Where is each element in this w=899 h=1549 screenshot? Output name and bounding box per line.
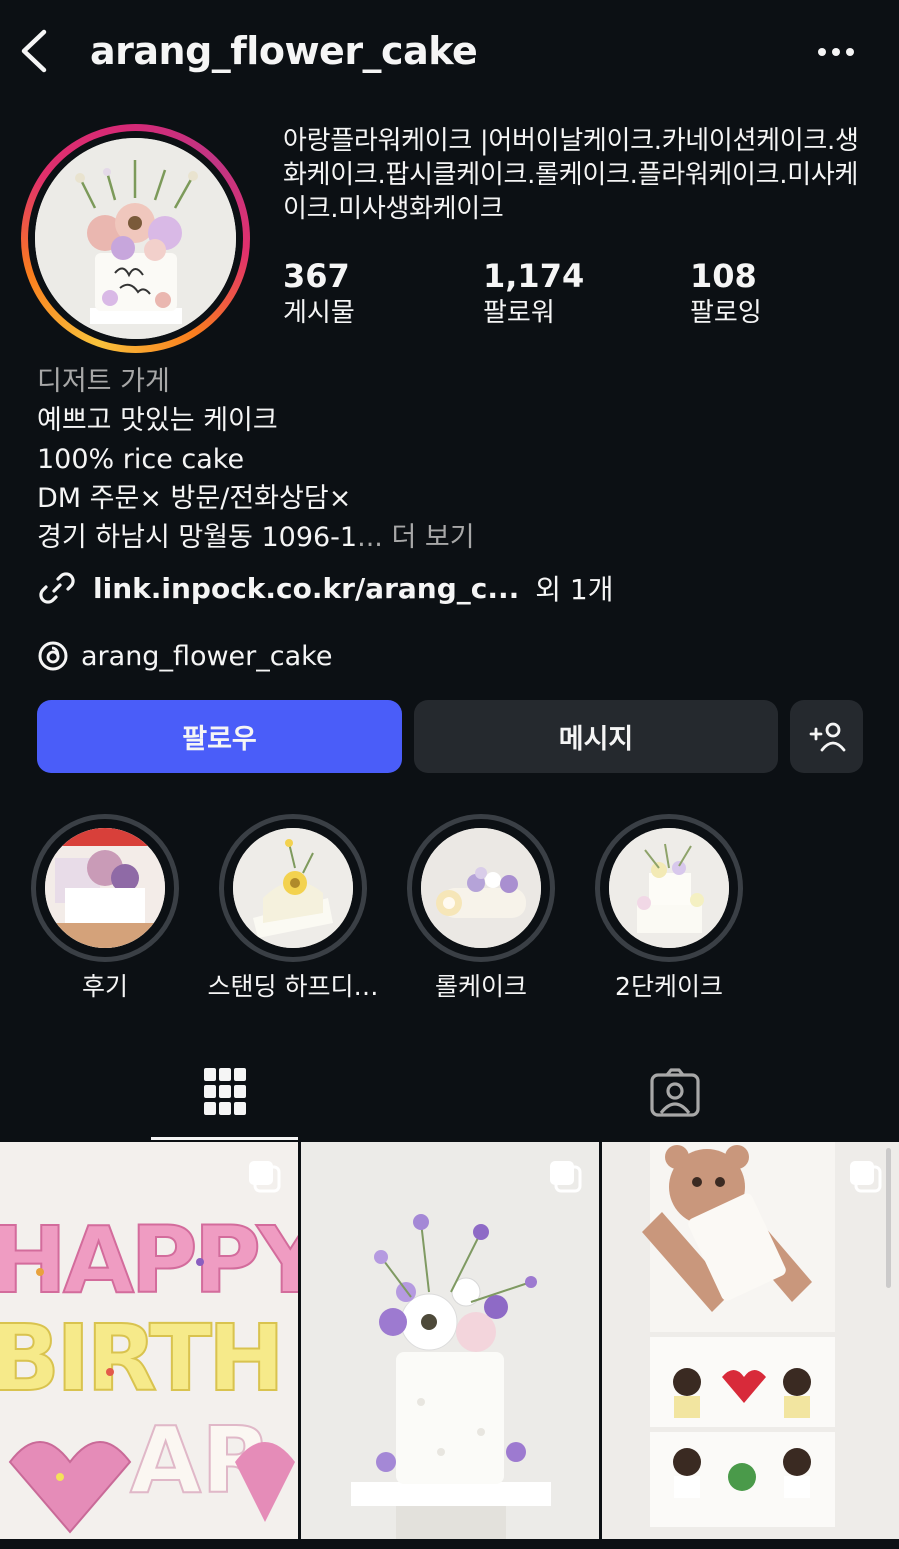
bio-line: DM 주문× 방문/전화상담× <box>37 483 352 514</box>
stat-followers[interactable]: 1,174 팔로워 <box>483 256 584 330</box>
add-person-icon <box>809 722 845 751</box>
link-extra-count: 외 1개 <box>535 573 614 606</box>
post-thumbnail[interactable] <box>301 1142 599 1539</box>
back-icon[interactable] <box>14 26 58 76</box>
tab-tagged[interactable] <box>601 1046 748 1140</box>
tagged-person-icon <box>649 1068 700 1117</box>
bio-line: 100% rice cake <box>37 444 245 475</box>
address: 경기 하남시 망월동 1096-1 <box>37 522 358 553</box>
stat-posts[interactable]: 367 게시물 <box>283 256 355 330</box>
ellipsis: ... <box>357 522 383 553</box>
carousel-icon <box>550 1161 582 1193</box>
highlight-cover <box>45 828 165 948</box>
highlight-cover <box>233 828 353 948</box>
profile-header: arang_flower_cake <box>0 0 899 104</box>
profile-tabs <box>0 1046 899 1140</box>
svg-text:BIRTH: BIRTH <box>0 1305 281 1412</box>
carousel-icon <box>249 1161 281 1193</box>
highlight-label: 스탠딩 하프디… <box>207 972 379 1001</box>
threads-icon <box>38 641 68 671</box>
bio: 디저트 가게 예쁘고 맛있는 케이크 100% rice cake DM 주문×… <box>37 362 867 557</box>
highlight-cover <box>609 828 729 948</box>
story-ring[interactable] <box>21 124 250 353</box>
posts-grid: HAPPY BIRTH AR <box>0 1142 899 1549</box>
follow-button[interactable]: 팔로우 <box>37 700 402 773</box>
highlight-reviews[interactable]: 후기 <box>31 814 179 1004</box>
grid-icon <box>203 1067 246 1115</box>
category-label: 디저트 가게 <box>37 366 170 397</box>
highlight-cover <box>421 828 541 948</box>
highlight-label: 롤케이크 <box>434 972 527 1001</box>
highlight-standing-half[interactable]: 스탠딩 하프디… <box>208 814 378 1004</box>
stat-following[interactable]: 108 팔로잉 <box>690 256 762 330</box>
bio-line: 예쁘고 맛있는 케이크 <box>37 405 278 436</box>
more-options-icon[interactable] <box>812 34 860 70</box>
stat-label: 팔로워 <box>483 298 555 328</box>
bio-address-line: 경기 하남시 망월동 1096-1... 더 보기 <box>37 518 867 557</box>
stat-label: 게시물 <box>283 298 355 328</box>
svg-text:HAPPY: HAPPY <box>0 1207 298 1314</box>
external-link[interactable]: link.inpock.co.kr/arang_c... 외 1개 <box>37 566 614 610</box>
threads-handle: arang_flower_cake <box>81 640 333 672</box>
stat-value: 1,174 <box>483 257 585 295</box>
more-link[interactable]: 더 보기 <box>391 522 474 553</box>
stat-value: 367 <box>283 257 350 295</box>
tab-posts-grid[interactable] <box>151 1046 298 1140</box>
link-text: link.inpock.co.kr/arang_c... <box>93 571 520 605</box>
highlight-roll-cake[interactable]: 롤케이크 <box>407 814 555 1004</box>
scrollbar[interactable] <box>886 1148 891 1288</box>
post-thumbnail[interactable] <box>602 1142 899 1539</box>
highlight-label: 후기 <box>81 972 128 1001</box>
avatar[interactable] <box>35 138 236 339</box>
link-icon <box>39 572 75 604</box>
stat-value: 108 <box>690 257 757 295</box>
message-button[interactable]: 메시지 <box>414 700 778 773</box>
carousel-icon <box>850 1161 882 1193</box>
profile-display-name: 아랑플라워케이크 |어버이날케이크.카네이션케이크.생화케이크.팝시클케이크.롤… <box>283 126 859 224</box>
highlight-label: 2단케이크 <box>615 972 723 1001</box>
page-title: arang_flower_cake <box>90 29 478 73</box>
add-user-button[interactable] <box>790 700 863 773</box>
post-thumbnail[interactable]: HAPPY BIRTH AR <box>0 1142 298 1539</box>
stat-label: 팔로잉 <box>690 298 762 328</box>
threads-link[interactable]: arang_flower_cake <box>37 636 332 676</box>
highlight-two-tier-cake[interactable]: 2단케이크 <box>595 814 743 1004</box>
